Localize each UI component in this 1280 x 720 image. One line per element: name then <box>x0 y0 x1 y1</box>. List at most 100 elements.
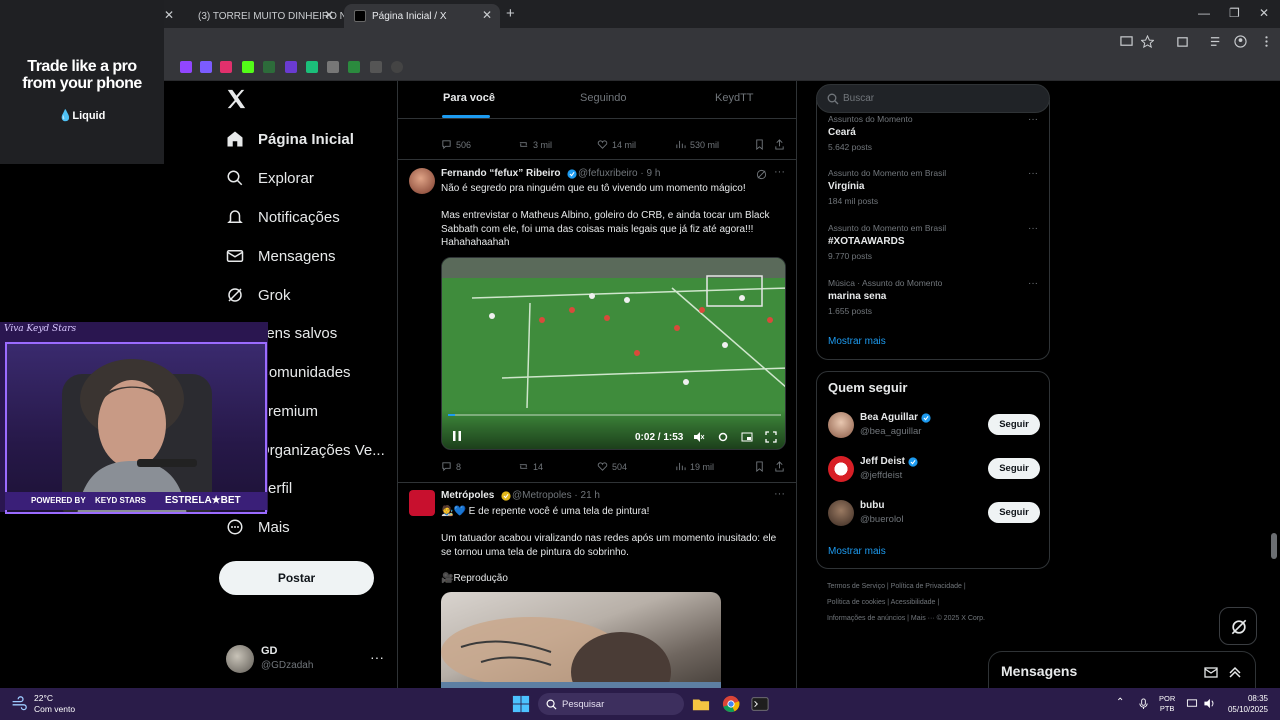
follow-button[interactable]: Seguir <box>988 502 1040 523</box>
post-button[interactable]: Postar <box>219 561 374 595</box>
nav-explore[interactable]: Explorar <box>226 165 314 191</box>
mute-icon[interactable] <box>693 431 705 443</box>
more-dots-icon[interactable]: ··· <box>774 488 785 500</box>
menu-dots-icon[interactable] <box>1260 35 1273 48</box>
more-dots-icon[interactable]: ··· <box>1028 168 1038 179</box>
windows-start-icon[interactable] <box>512 695 530 713</box>
media-icon[interactable] <box>1210 35 1223 48</box>
browser-tab-youtube[interactable]: (3) TORREI MUITO DINHEIRO N ✕ <box>182 4 347 28</box>
more-dots-icon[interactable]: ··· <box>370 649 384 665</box>
expand-up-icon[interactable] <box>1228 665 1242 679</box>
bookmark-icon[interactable] <box>391 61 403 73</box>
cast-icon[interactable] <box>1120 35 1133 48</box>
avatar[interactable] <box>409 490 435 516</box>
nav-messages[interactable]: Mensagens <box>226 243 336 269</box>
microphone-icon[interactable] <box>1138 698 1149 709</box>
share-icon[interactable] <box>774 139 785 150</box>
reply-button[interactable]: 8 <box>441 461 461 472</box>
follow-suggestion[interactable]: Bea Aguillar @bea_aguillar Seguir <box>828 412 1040 442</box>
avatar[interactable] <box>409 168 435 194</box>
follow-button[interactable]: Seguir <box>988 458 1040 479</box>
nav-grok[interactable]: Grok <box>226 282 291 308</box>
settings-icon[interactable] <box>717 431 729 443</box>
bookmark-icon[interactable] <box>263 61 275 73</box>
weather-widget[interactable]: 22°C Com vento <box>34 693 75 715</box>
tweet-author-name[interactable]: Fernando “fefux” Ribeiro <box>441 168 560 179</box>
bookmark-icon[interactable] <box>754 461 765 472</box>
chevron-up-icon[interactable]: ⌃ <box>1116 697 1124 708</box>
close-tab-icon[interactable]: ✕ <box>164 8 174 22</box>
grok-fab-button[interactable] <box>1219 607 1257 645</box>
nav-home[interactable]: Página Inicial <box>226 126 354 152</box>
close-tab-icon[interactable]: ✕ <box>324 8 334 22</box>
who-show-more-link[interactable]: Mostrar mais <box>828 546 886 557</box>
extensions-icon[interactable] <box>1176 35 1189 48</box>
instagram-bookmark-icon[interactable] <box>220 61 232 73</box>
taskbar-search[interactable]: Pesquisar <box>538 693 684 715</box>
trend-item[interactable]: Assunto do Momento em Brasil #XOTAAWARDS… <box>828 223 1038 261</box>
follow-suggestion[interactable]: Jeff Deist @jeffdeist Seguir <box>828 456 1040 486</box>
trend-item[interactable]: Assuntos do Momento Ceará 5.642 posts ··… <box>828 114 1038 152</box>
restore-icon[interactable]: ❐ <box>1229 6 1240 20</box>
messages-drawer[interactable]: Mensagens <box>988 651 1256 691</box>
tab-following[interactable]: Seguindo <box>580 92 627 104</box>
x-logo-icon[interactable] <box>225 88 247 110</box>
terminal-icon[interactable] <box>751 695 769 713</box>
author-handle[interactable]: @Metropoles <box>512 490 572 501</box>
bookmark-icon[interactable] <box>200 61 212 73</box>
bookmark-icon[interactable] <box>327 61 339 73</box>
tweet-photo[interactable] <box>441 592 721 688</box>
more-dots-icon[interactable]: ··· <box>1028 223 1038 234</box>
new-tab-button[interactable]: + <box>506 5 515 22</box>
bookmark-icon[interactable] <box>285 61 297 73</box>
views-button[interactable]: 530 mil <box>675 139 719 150</box>
close-window-icon[interactable]: ✕ <box>1259 6 1269 20</box>
bookmark-icon[interactable] <box>348 61 360 73</box>
input-language[interactable]: POR PTB <box>1159 694 1175 714</box>
fullscreen-icon[interactable] <box>765 431 777 443</box>
bookmark-icon[interactable] <box>754 139 765 150</box>
tweet-time[interactable]: · 21 h <box>574 490 600 501</box>
avatar[interactable] <box>828 412 854 438</box>
nav-notifications[interactable]: Notificações <box>226 204 340 230</box>
like-button[interactable]: 504 <box>597 461 627 472</box>
repost-button[interactable]: 14 <box>518 461 543 472</box>
account-switcher[interactable]: GD @GDzadah ··· <box>226 643 386 673</box>
weather-wind-icon[interactable] <box>10 696 28 712</box>
volume-icon[interactable] <box>1203 698 1215 709</box>
grok-icon[interactable] <box>756 169 767 180</box>
close-tab-icon[interactable]: ✕ <box>482 8 492 22</box>
twitch-bookmark-icon[interactable] <box>180 61 192 73</box>
tab-for-you[interactable]: Para você <box>443 92 495 104</box>
trend-item[interactable]: Música · Assunto do Momento marina sena … <box>828 278 1038 316</box>
author-handle[interactable]: @fefuxribeiro <box>578 168 638 179</box>
taskbar-clock[interactable]: 08:35 05/10/2025 <box>1224 693 1268 715</box>
video-progress-bar[interactable] <box>448 414 781 416</box>
nav-more[interactable]: Mais <box>226 514 290 540</box>
picture-in-picture-icon[interactable] <box>741 431 753 443</box>
minimize-icon[interactable]: — <box>1198 6 1210 20</box>
repost-button[interactable]: 3 mil <box>518 139 552 150</box>
like-button[interactable]: 14 mil <box>597 139 636 150</box>
follow-suggestion[interactable]: bubu @buerolol Seguir <box>828 500 1040 530</box>
reply-button[interactable]: 506 <box>441 139 471 150</box>
views-button[interactable]: 19 mil <box>675 461 714 472</box>
avatar[interactable] <box>828 456 854 482</box>
tweet-author-name[interactable]: Metrópoles <box>441 490 494 501</box>
bookmark-icon[interactable] <box>306 61 318 73</box>
star-icon[interactable] <box>1141 35 1154 48</box>
kick-bookmark-icon[interactable] <box>242 61 254 73</box>
more-dots-icon[interactable]: ··· <box>1028 278 1038 289</box>
tab-keydtt[interactable]: KeydTT <box>715 92 754 104</box>
browser-tab-x[interactable]: Página Inicial / X ✕ <box>344 4 500 28</box>
trend-item[interactable]: Assunto do Momento em Brasil Virgínia 18… <box>828 168 1038 206</box>
more-dots-icon[interactable]: ··· <box>774 166 785 178</box>
more-dots-icon[interactable]: ··· <box>1028 114 1038 125</box>
footer-links-2[interactable]: Política de cookies | Acessibilidade | <box>827 599 939 606</box>
page-scrollbar[interactable] <box>1271 533 1277 559</box>
trends-show-more-link[interactable]: Mostrar mais <box>828 336 886 347</box>
footer-links-1[interactable]: Termos de Serviço | Política de Privacid… <box>827 583 966 590</box>
footer-links-3[interactable]: Informações de anúncios | Mais ··· © 202… <box>827 615 985 622</box>
file-explorer-icon[interactable] <box>692 695 710 713</box>
bookmark-icon[interactable] <box>370 61 382 73</box>
